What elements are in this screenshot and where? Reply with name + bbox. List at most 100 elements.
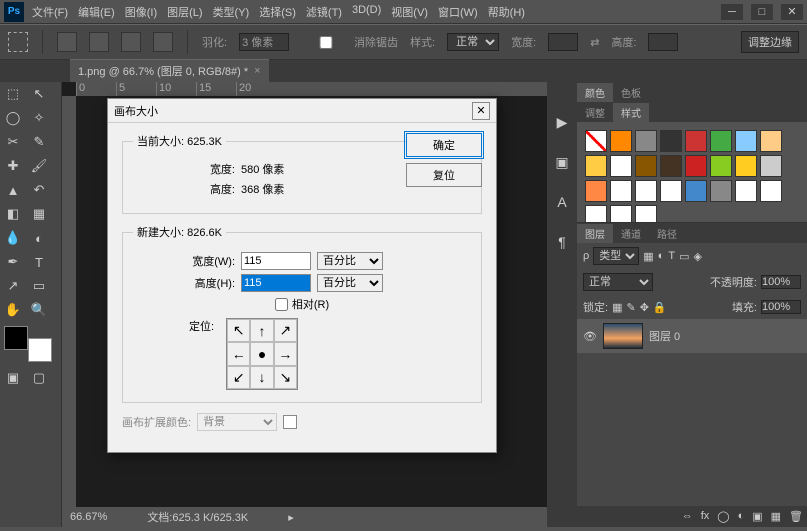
feather-input[interactable] xyxy=(239,33,289,51)
blur-tool[interactable]: 💧 xyxy=(0,226,26,250)
layer-mask-icon[interactable]: ◯ xyxy=(717,510,729,523)
dialog-title-bar[interactable]: 画布大小 ✕ xyxy=(108,99,496,123)
blend-mode-select[interactable]: 正常 xyxy=(583,273,653,291)
style-swatch[interactable] xyxy=(610,180,632,202)
ok-button[interactable]: 确定 xyxy=(406,133,482,157)
status-arrow-icon[interactable]: ▸ xyxy=(288,511,294,524)
dialog-close-icon[interactable]: ✕ xyxy=(472,102,490,120)
marquee-tool-icon[interactable] xyxy=(8,32,28,52)
menu-view[interactable]: 视图(V) xyxy=(391,4,428,20)
filter-image-icon[interactable]: ▦ xyxy=(643,250,653,263)
layer-row[interactable]: 👁 图层 0 xyxy=(577,319,807,353)
anchor-w[interactable]: ← xyxy=(227,342,250,365)
menu-layer[interactable]: 图层(L) xyxy=(167,4,202,20)
anchor-sw[interactable]: ↙ xyxy=(227,366,250,389)
selection-intersect-icon[interactable] xyxy=(153,32,173,52)
anchor-s[interactable]: ↓ xyxy=(250,366,273,389)
new-layer-icon[interactable]: ▦ xyxy=(771,510,781,523)
style-swatch[interactable] xyxy=(685,130,707,152)
type-tool[interactable]: T xyxy=(26,250,52,274)
height-input[interactable] xyxy=(648,33,678,51)
style-swatch[interactable] xyxy=(710,130,732,152)
style-swatch[interactable] xyxy=(660,130,682,152)
style-swatch[interactable] xyxy=(635,130,657,152)
anchor-n[interactable]: ↑ xyxy=(250,319,273,342)
anchor-nw[interactable]: ↖ xyxy=(227,319,250,342)
style-swatch[interactable] xyxy=(585,155,607,177)
tab-paths[interactable]: 路径 xyxy=(649,224,685,243)
reset-button[interactable]: 复位 xyxy=(406,163,482,187)
filter-adjust-icon[interactable]: ◐ xyxy=(658,250,665,262)
height-unit-select[interactable]: 百分比 xyxy=(317,274,383,292)
link-layers-icon[interactable]: ⇔ xyxy=(682,510,693,523)
visibility-icon[interactable]: 👁 xyxy=(583,330,597,343)
tab-channels[interactable]: 通道 xyxy=(613,224,649,243)
paragraph-icon[interactable]: ¶ xyxy=(552,232,572,252)
layer-fx-icon[interactable]: fx xyxy=(701,510,710,523)
style-swatch[interactable] xyxy=(585,130,607,152)
play-icon[interactable]: ▶ xyxy=(552,112,572,132)
style-swatch[interactable] xyxy=(635,155,657,177)
style-swatch[interactable] xyxy=(660,180,682,202)
width-input[interactable] xyxy=(548,33,578,51)
filter-type-icon[interactable]: T xyxy=(668,250,675,262)
menu-help[interactable]: 帮助(H) xyxy=(488,4,525,20)
selection-add-icon[interactable] xyxy=(89,32,109,52)
style-swatch[interactable] xyxy=(760,130,782,152)
delete-layer-icon[interactable]: 🗑 xyxy=(789,510,803,523)
lock-all-icon[interactable]: 🔒 xyxy=(653,301,667,314)
style-swatch[interactable] xyxy=(760,180,782,202)
selection-new-icon[interactable] xyxy=(57,32,77,52)
hand-tool[interactable]: ✋ xyxy=(0,298,26,322)
style-swatch[interactable] xyxy=(760,155,782,177)
lasso-tool[interactable]: ◯ xyxy=(0,106,26,130)
layer-thumbnail[interactable] xyxy=(603,323,643,349)
anchor-ne[interactable]: ↗ xyxy=(274,319,297,342)
minimize-button[interactable]: ─ xyxy=(721,4,743,20)
style-swatch[interactable] xyxy=(735,130,757,152)
background-color[interactable] xyxy=(28,338,52,362)
menu-select[interactable]: 选择(S) xyxy=(259,4,296,20)
style-swatch[interactable] xyxy=(710,180,732,202)
close-button[interactable]: ✕ xyxy=(781,4,803,20)
menu-image[interactable]: 图像(I) xyxy=(125,4,157,20)
crop-tool[interactable]: ✂ xyxy=(0,130,26,154)
lock-transparent-icon[interactable]: ▦ xyxy=(612,301,622,314)
eyedropper-tool[interactable]: ✎ xyxy=(26,130,52,154)
layer-name[interactable]: 图层 0 xyxy=(649,328,680,344)
gradient-tool[interactable]: ▦ xyxy=(26,202,52,226)
relative-checkbox[interactable] xyxy=(275,298,288,311)
pen-tool[interactable]: ✒ xyxy=(0,250,26,274)
fill-input[interactable] xyxy=(761,300,801,314)
stamp-tool[interactable]: ▲ xyxy=(0,178,26,202)
style-swatch[interactable] xyxy=(685,180,707,202)
anchor-e[interactable]: → xyxy=(274,342,297,365)
maximize-button[interactable]: □ xyxy=(751,4,773,20)
style-swatch[interactable] xyxy=(585,180,607,202)
arrow-tool[interactable]: ↖ xyxy=(26,82,52,106)
style-swatch[interactable] xyxy=(710,155,732,177)
magic-wand-tool[interactable]: ✧ xyxy=(26,106,52,130)
style-swatch[interactable] xyxy=(635,180,657,202)
screenmode-icon[interactable]: ▢ xyxy=(26,366,52,390)
heal-tool[interactable]: ✚ xyxy=(0,154,26,178)
opacity-input[interactable] xyxy=(761,275,801,289)
tab-adjust[interactable]: 调整 xyxy=(577,103,613,122)
dodge-tool[interactable]: ◐ xyxy=(26,226,52,250)
layer-kind-select[interactable]: 类型 xyxy=(593,247,639,265)
width-unit-select[interactable]: 百分比 xyxy=(317,252,383,270)
foreground-color[interactable] xyxy=(4,326,28,350)
group-icon[interactable]: ▣ xyxy=(752,510,762,523)
character-icon[interactable]: A xyxy=(552,192,572,212)
document-tab[interactable]: 1.png @ 66.7% (图层 0, RGB/8#) * × xyxy=(70,59,269,82)
style-swatch[interactable] xyxy=(610,130,632,152)
tab-swatches[interactable]: 色板 xyxy=(613,83,649,102)
close-tab-icon[interactable]: × xyxy=(254,65,260,77)
style-swatch[interactable] xyxy=(660,155,682,177)
extension-color-swatch[interactable] xyxy=(283,415,297,429)
style-select[interactable]: 正常 xyxy=(447,33,499,51)
history-brush-tool[interactable]: ↶ xyxy=(26,178,52,202)
history-icon[interactable]: ▣ xyxy=(552,152,572,172)
doc-info[interactable]: 文档:625.3 K/625.3K xyxy=(147,509,248,525)
filter-smart-icon[interactable]: ◈ xyxy=(693,250,701,263)
